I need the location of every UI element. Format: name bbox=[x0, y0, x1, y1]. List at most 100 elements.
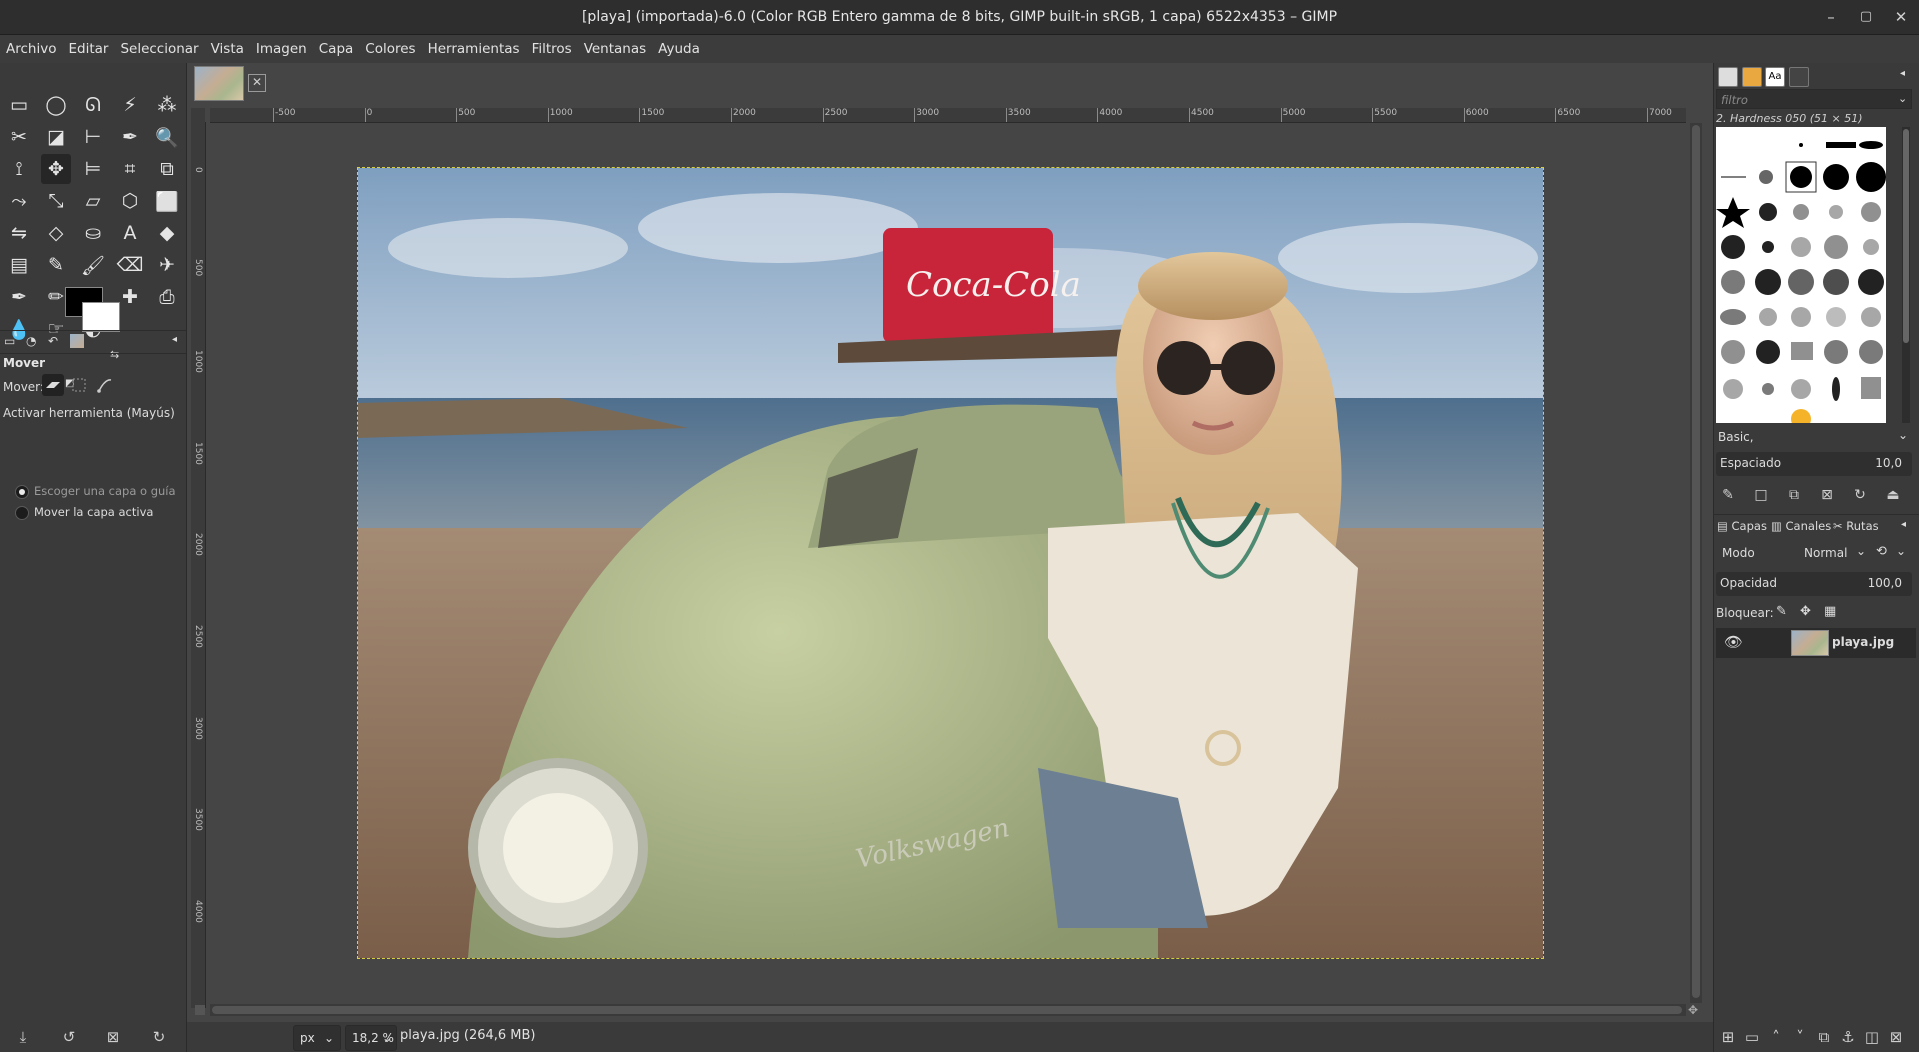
vertical-ruler[interactable]: 0 500 1000 1500 2000 2500 3000 3500 4000 bbox=[191, 122, 206, 1008]
fonts-tab-icon[interactable]: Aa bbox=[1765, 67, 1785, 87]
tool-options-tab-icon[interactable]: ▭ bbox=[4, 334, 15, 348]
warp-transform-icon[interactable]: ⤳ bbox=[4, 186, 34, 216]
reset-options-icon[interactable]: ↻ bbox=[150, 1028, 168, 1046]
perspective-clone-icon[interactable]: ⎙ bbox=[152, 282, 182, 312]
save-options-icon[interactable]: ⤓ bbox=[14, 1028, 32, 1046]
foreground-select-icon[interactable]: ◪ bbox=[41, 122, 71, 152]
menu-vista[interactable]: Vista bbox=[205, 35, 250, 57]
unit-select[interactable]: px ⌄ bbox=[293, 1025, 341, 1051]
handle-transform-icon[interactable]: ◇ bbox=[41, 218, 71, 248]
image-canvas[interactable]: Coca-Cola Volkswagen bbox=[357, 167, 1544, 959]
paintbrush-icon[interactable]: 🖌 bbox=[78, 250, 108, 280]
menu-filtros[interactable]: Filtros bbox=[526, 35, 578, 57]
vertical-scrollbar[interactable] bbox=[1690, 123, 1702, 1003]
edit-brush-icon[interactable]: ✎ bbox=[1718, 487, 1738, 505]
crop-icon[interactable]: ⌗ bbox=[115, 154, 145, 184]
gradient-icon[interactable]: ▤ bbox=[4, 250, 34, 280]
scissors-select-icon[interactable]: ✂ bbox=[4, 122, 34, 152]
pencil-icon[interactable]: ✎ bbox=[41, 250, 71, 280]
airbrush-icon[interactable]: ✈ bbox=[152, 250, 182, 280]
opacity-slider[interactable]: Opacidad 100,0 bbox=[1716, 572, 1912, 596]
configure-tab-icon[interactable]: ◂ bbox=[172, 334, 177, 345]
image-tab-thumbnail[interactable] bbox=[194, 66, 244, 101]
device-status-tab-icon[interactable]: ◔ bbox=[26, 334, 36, 348]
new-group-icon[interactable]: ▭ bbox=[1743, 1028, 1761, 1046]
restore-options-icon[interactable]: ↺ bbox=[60, 1028, 78, 1046]
text-icon[interactable]: A bbox=[115, 218, 145, 248]
menu-colores[interactable]: Colores bbox=[359, 35, 421, 57]
brush-filter-input[interactable]: filtro bbox=[1716, 89, 1912, 109]
by-color-select-icon[interactable]: ⁂ bbox=[152, 90, 182, 120]
align-distribute-icon[interactable]: ⊨ bbox=[78, 154, 108, 184]
move-layer-mode-button[interactable] bbox=[42, 374, 64, 396]
new-brush-icon[interactable]: □ bbox=[1751, 487, 1771, 505]
move-active-radio[interactable] bbox=[15, 506, 29, 520]
rect-select-icon[interactable]: ▭ bbox=[4, 90, 34, 120]
color-picker-icon[interactable]: ✒ bbox=[115, 122, 145, 152]
menu-imagen[interactable]: Imagen bbox=[250, 35, 313, 57]
configure-dock-icon[interactable]: ◂ bbox=[1900, 68, 1905, 79]
fuzzy-select-icon[interactable]: ⚡ bbox=[115, 90, 145, 120]
navigate-icon[interactable]: ✥ bbox=[1688, 1003, 1698, 1017]
refresh-brushes-icon[interactable]: ↻ bbox=[1850, 487, 1870, 505]
maximize-button[interactable]: ▢ bbox=[1855, 6, 1877, 28]
spacing-slider[interactable]: Espaciado 10,0 bbox=[1716, 452, 1912, 476]
quick-mask-toggle[interactable] bbox=[195, 1005, 205, 1015]
anchor-layer-icon[interactable]: ⚓ bbox=[1839, 1028, 1857, 1046]
brush-scrollbar[interactable] bbox=[1902, 127, 1910, 423]
free-select-icon[interactable]: ᘏ bbox=[78, 90, 108, 120]
delete-options-icon[interactable]: ⊠ bbox=[104, 1028, 122, 1046]
configure-layers-dock-icon[interactable]: ◂ bbox=[1901, 519, 1906, 530]
menu-herramientas[interactable]: Herramientas bbox=[422, 35, 526, 57]
ruler-corner-button[interactable] bbox=[191, 108, 205, 122]
lower-layer-icon[interactable]: ˅ bbox=[1791, 1028, 1809, 1046]
layer-mask-icon[interactable]: ◫ bbox=[1863, 1028, 1881, 1046]
close-image-tab-icon[interactable]: ✕ bbox=[248, 74, 266, 92]
unified-transform-icon[interactable]: ⧉ bbox=[152, 154, 182, 184]
pick-layer-radio[interactable] bbox=[15, 485, 29, 499]
menu-capa[interactable]: Capa bbox=[313, 35, 360, 57]
menu-ventanas[interactable]: Ventanas bbox=[578, 35, 652, 57]
menu-archivo[interactable]: Archivo bbox=[0, 35, 62, 57]
zoom-select[interactable]: 18,2 % ⌄ bbox=[345, 1025, 397, 1051]
minimize-button[interactable]: – bbox=[1820, 6, 1842, 28]
lock-pixels-icon[interactable]: ✎ bbox=[1776, 604, 1787, 619]
composite-mode-icon[interactable]: ⟲ bbox=[1876, 544, 1887, 559]
menu-seleccionar[interactable]: Seleccionar bbox=[114, 35, 204, 57]
tab-rutas[interactable]: ✂ Rutas bbox=[1833, 519, 1879, 533]
horizontal-ruler[interactable]: -500 0 500 1000 1500 2000 2500 3000 3500 4000 4500… bbox=[210, 108, 1686, 123]
images-tab-icon[interactable] bbox=[70, 334, 84, 348]
chevron-down-icon[interactable]: ⌄ bbox=[1898, 92, 1907, 105]
scale-icon[interactable]: ⤡ bbox=[41, 186, 71, 216]
tab-canales[interactable]: ▥ Canales bbox=[1771, 519, 1831, 533]
brushes-tab-icon[interactable] bbox=[1718, 67, 1738, 87]
undo-history-tab-icon[interactable]: ↶ bbox=[48, 334, 58, 348]
eraser-icon[interactable]: ⌫ bbox=[115, 250, 145, 280]
bucket-fill-icon[interactable]: ⛀ bbox=[78, 218, 108, 248]
raise-layer-icon[interactable]: ˄ bbox=[1767, 1028, 1785, 1046]
move-path-mode-button[interactable] bbox=[94, 374, 116, 396]
align-icon[interactable]: ⊢ bbox=[78, 122, 108, 152]
move-icon[interactable]: ✥ bbox=[41, 154, 71, 184]
lock-position-icon[interactable]: ✥ bbox=[1800, 604, 1811, 619]
open-brush-as-image-icon[interactable]: ⏏ bbox=[1883, 487, 1903, 505]
horizontal-scrollbar[interactable] bbox=[210, 1004, 1686, 1016]
mode-select[interactable]: Normal bbox=[1804, 546, 1847, 560]
close-button[interactable]: ✕ bbox=[1890, 6, 1912, 28]
delete-layer-icon[interactable]: ⊠ bbox=[1887, 1028, 1905, 1046]
background-color-swatch[interactable] bbox=[82, 302, 120, 332]
duplicate-brush-icon[interactable]: ⧉ bbox=[1784, 487, 1804, 505]
duplicate-layer-icon[interactable]: ⧉ bbox=[1815, 1028, 1833, 1046]
ellipse-select-icon[interactable]: ◯ bbox=[41, 90, 71, 120]
flip-icon[interactable]: ⇋ bbox=[4, 218, 34, 248]
menu-ayuda[interactable]: Ayuda bbox=[652, 35, 706, 57]
tab-capas[interactable]: ▤ Capas bbox=[1717, 519, 1767, 533]
lock-alpha-icon[interactable]: ▦ bbox=[1824, 604, 1836, 619]
shear-icon[interactable]: ▱ bbox=[78, 186, 108, 216]
fill-icon[interactable]: ◆ bbox=[152, 218, 182, 248]
brush-grid[interactable] bbox=[1716, 127, 1886, 423]
eye-icon[interactable]: 👁 bbox=[1724, 633, 1743, 651]
patterns-tab-icon[interactable] bbox=[1742, 67, 1762, 87]
ink-icon[interactable]: ✒ bbox=[4, 282, 34, 312]
paths-icon[interactable]: ⟟ bbox=[4, 154, 34, 184]
